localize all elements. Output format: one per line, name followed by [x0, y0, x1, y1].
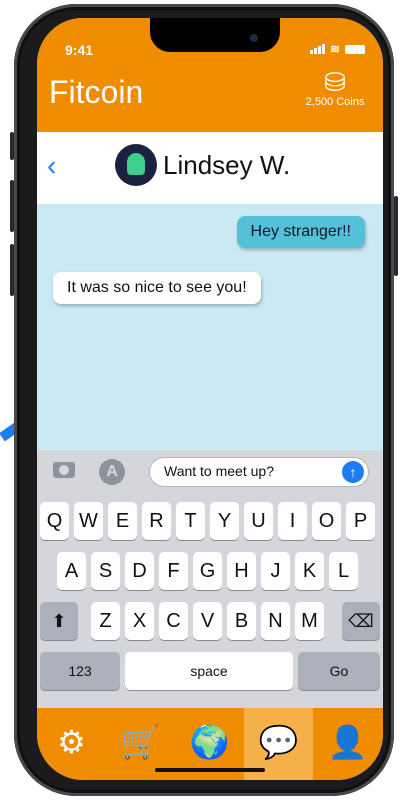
contact-name: Lindsey W. — [163, 150, 291, 180]
key-o[interactable]: O — [312, 502, 341, 540]
keyboard-row-1: Q W E R T Y U I O P — [37, 502, 383, 540]
back-chevron-icon[interactable]: ‹ — [47, 150, 56, 182]
send-arrow-icon[interactable]: ↑ — [342, 461, 364, 483]
key-e[interactable]: E — [108, 502, 137, 540]
screen: 9:41 ≋ Fitcoin ⛁ 2,500 Coins ‹ Lindsey W… — [37, 18, 383, 780]
key-x[interactable]: X — [125, 602, 154, 640]
home-indicator — [155, 768, 265, 772]
key-c[interactable]: C — [159, 602, 188, 640]
key-n[interactable]: N — [261, 602, 290, 640]
key-q[interactable]: Q — [40, 502, 69, 540]
key-w[interactable]: W — [74, 502, 103, 540]
coin-balance-label: 2,500 Coins — [305, 96, 365, 108]
keyboard-row-4: 123 space Go — [37, 652, 383, 690]
key-y[interactable]: Y — [210, 502, 239, 540]
message-bubble-incoming: It was so nice to see you! — [53, 272, 261, 304]
space-key[interactable]: space — [125, 652, 293, 690]
key-h[interactable]: H — [227, 552, 256, 590]
coin-balance[interactable]: ⛁ 2,500 Coins — [295, 68, 375, 108]
avatar[interactable] — [115, 144, 157, 186]
profile-icon[interactable]: 👤 — [313, 708, 382, 780]
key-a[interactable]: A — [57, 552, 86, 590]
battery-icon — [345, 44, 365, 54]
go-key[interactable]: Go — [298, 652, 380, 690]
key-i[interactable]: I — [278, 502, 307, 540]
key-d[interactable]: D — [125, 552, 154, 590]
keyboard-row-2: A S D F G H J K L — [37, 552, 383, 590]
key-l[interactable]: L — [329, 552, 358, 590]
delete-key-icon[interactable]: ⌫ — [342, 602, 380, 640]
key-p[interactable]: P — [346, 502, 375, 540]
status-icons: ≋ — [309, 42, 365, 56]
key-t[interactable]: T — [176, 502, 205, 540]
camera-icon[interactable] — [53, 462, 75, 478]
message-bubble-outgoing: Hey stranger!! — [236, 216, 365, 248]
front-camera — [250, 34, 258, 42]
app-store-icon[interactable]: A — [99, 459, 125, 485]
keyboard: Q W E R T Y U I O P A S D F G H J K L ⬆ … — [37, 494, 383, 708]
coin-stack-icon: ⛁ — [324, 67, 346, 97]
shift-key[interactable]: ⬆ — [40, 602, 78, 640]
keyboard-row-3: ⬆ Z X C V B N M ⌫ — [37, 602, 383, 640]
signal-icon — [309, 44, 325, 54]
key-v[interactable]: V — [193, 602, 222, 640]
key-r[interactable]: R — [142, 502, 171, 540]
key-g[interactable]: G — [193, 552, 222, 590]
numbers-key[interactable]: 123 — [40, 652, 120, 690]
key-s[interactable]: S — [91, 552, 120, 590]
message-list: Hey stranger!! It was so nice to see you… — [37, 204, 383, 450]
volume-down-button — [10, 244, 14, 296]
status-time: 9:41 — [65, 42, 94, 58]
key-f[interactable]: F — [159, 552, 188, 590]
app-title: Fitcoin — [49, 74, 144, 110]
mute-switch — [10, 132, 14, 160]
key-j[interactable]: J — [261, 552, 290, 590]
chat-header: ‹ Lindsey W. — [37, 132, 383, 204]
key-b[interactable]: B — [227, 602, 256, 640]
key-k[interactable]: K — [295, 552, 324, 590]
key-z[interactable]: Z — [91, 602, 120, 640]
message-input[interactable] — [164, 463, 334, 479]
volume-up-button — [10, 180, 14, 232]
key-m[interactable]: M — [295, 602, 324, 640]
settings-gear-icon[interactable]: ⚙ — [37, 708, 106, 780]
notch — [150, 18, 280, 52]
key-u[interactable]: U — [244, 502, 273, 540]
power-button — [394, 196, 398, 276]
composer-bar: A ↑ — [37, 450, 383, 494]
message-field[interactable]: ↑ — [149, 457, 369, 487]
wifi-icon: ≋ — [329, 42, 340, 56]
